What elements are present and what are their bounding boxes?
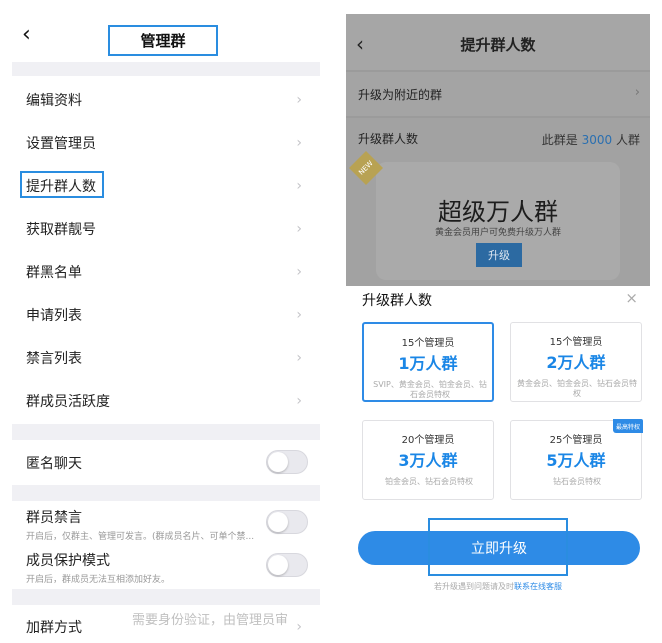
option-30k-group[interactable]: 20个管理员 3万人群 铂金会员、钻石会员特权 xyxy=(362,420,494,500)
option-size: 2万人群 xyxy=(546,353,606,372)
menu-item-label: 编辑资料 xyxy=(26,92,82,109)
help-text: 若升级遇到问题请及时联系在线客服 xyxy=(346,581,650,592)
top-privilege-badge: 最高特权 xyxy=(613,419,643,433)
option-size: 1万人群 xyxy=(398,354,458,373)
section-divider xyxy=(12,62,320,76)
section-divider xyxy=(12,589,320,605)
menu-item-requests[interactable]: 申请列表 › xyxy=(12,293,320,336)
highlight-box xyxy=(20,171,104,198)
promo-upgrade-button[interactable]: 升级 xyxy=(476,243,522,267)
menu-item-set-admin[interactable]: 设置管理员 › xyxy=(12,121,320,164)
promo-title: 超级万人群 xyxy=(438,198,558,226)
current-size-suffix: 人群 xyxy=(615,133,640,147)
option-size: 5万人群 xyxy=(546,451,606,470)
nearby-group-label: 升级为附近的群 xyxy=(358,88,443,102)
chevron-right-icon: › xyxy=(296,307,302,323)
toggle-knob xyxy=(268,512,288,532)
protect-mode-desc: 开启后，群成员无法互相添加好友。 xyxy=(26,575,171,585)
menu-item-label: 群成员活跃度 xyxy=(26,393,110,410)
option-size: 3万人群 xyxy=(398,451,458,470)
sheet-title: 升级群人数 xyxy=(362,293,432,309)
contact-support-link[interactable]: 联系在线客服 xyxy=(514,582,562,591)
page-title: 管理群 xyxy=(108,25,218,56)
anonymous-chat-row: 匿名聊天 xyxy=(12,441,320,484)
menu-item-label: 设置管理员 xyxy=(26,135,96,152)
back-chevron-icon[interactable]: ‹ xyxy=(22,24,31,46)
option-50k-group[interactable]: 25个管理员 5万人群 钻石会员特权 最高特权 xyxy=(510,419,643,500)
toggle-knob xyxy=(268,452,288,472)
menu-item-mute-list[interactable]: 禁言列表 › xyxy=(12,336,320,379)
menu-item-activity[interactable]: 群成员活跃度 › xyxy=(12,379,320,422)
join-method-value: 需要身份验证，由管理员审 xyxy=(132,613,289,628)
current-size-text: 此群是 3000 人群 xyxy=(542,131,640,148)
group-size-label: 升级群人数 xyxy=(358,132,419,146)
chevron-right-icon: › xyxy=(296,92,302,108)
option-perk: SVIP、黄金会员、铂金会员、钻石会员特权 xyxy=(373,380,487,399)
section-divider xyxy=(12,424,320,440)
chevron-right-icon: › xyxy=(296,178,302,194)
nearby-group-row[interactable]: 升级为附近的群 › xyxy=(346,72,650,116)
nav-bar: ‹ 管理群 xyxy=(0,0,330,62)
manage-group-screen: ‹ 管理群 编辑资料 › 设置管理员 › 提升群人数 › 获取群靓号 › 群黑名… xyxy=(0,0,330,643)
page-title: 提升群人数 xyxy=(460,36,536,54)
menu-item-label: 申请列表 xyxy=(26,307,82,324)
close-icon[interactable]: × xyxy=(625,289,638,307)
highlight-box xyxy=(428,518,568,576)
menu-item-label: 群黑名单 xyxy=(26,264,82,281)
promo-subtitle: 黄金会员用户可免费升级万人群 xyxy=(434,228,561,238)
section-divider xyxy=(12,485,320,501)
option-10k-group[interactable]: 15个管理员 1万人群 SVIP、黄金会员、铂金会员、钻石会员特权 xyxy=(362,322,494,402)
member-mute-desc: 开启后，仅群主、管理可发言。(群成员名片、可单个禁... xyxy=(26,532,255,542)
anonymous-chat-label: 匿名聊天 xyxy=(26,455,82,472)
member-mute-toggle[interactable] xyxy=(266,510,308,534)
menu-item-label: 禁言列表 xyxy=(26,350,82,367)
menu-item-vanity-number[interactable]: 获取群靓号 › xyxy=(12,207,320,250)
chevron-right-icon: › xyxy=(296,350,302,366)
chevron-right-icon: › xyxy=(634,85,640,100)
member-mute-label: 群员禁言 xyxy=(26,510,82,526)
option-perk: 钻石会员特权 xyxy=(553,477,601,486)
protect-mode-label: 成员保护模式 xyxy=(26,553,110,569)
protect-mode-toggle[interactable] xyxy=(266,553,308,577)
chevron-right-icon: › xyxy=(296,221,302,237)
current-size-prefix: 此群是 xyxy=(541,133,578,147)
option-20k-group[interactable]: 15个管理员 2万人群 黄金会员、铂金会员、钻石会员特权 xyxy=(510,322,642,402)
join-method-label: 加群方式 xyxy=(26,619,82,636)
anonymous-chat-toggle[interactable] xyxy=(266,450,308,474)
dimmed-background[interactable]: ‹ 提升群人数 升级为附近的群 › 升级群人数 此群是 3000 人群 NEW … xyxy=(346,14,650,286)
menu-item-blacklist[interactable]: 群黑名单 › xyxy=(12,250,320,293)
option-admin-count: 25个管理员 xyxy=(549,435,603,446)
current-size-count: 3000 xyxy=(581,133,613,147)
menu-item-edit-profile[interactable]: 编辑资料 › xyxy=(12,78,320,121)
nav-bar: ‹ 提升群人数 xyxy=(346,14,650,70)
upgrade-bottom-sheet: 升级群人数 × 15个管理员 1万人群 SVIP、黄金会员、铂金会员、钻石会员特… xyxy=(346,286,650,643)
upgrade-size-screen: ‹ 提升群人数 升级为附近的群 › 升级群人数 此群是 3000 人群 NEW … xyxy=(346,14,650,643)
option-admin-count: 15个管理员 xyxy=(549,337,603,348)
menu-item-label: 获取群靓号 xyxy=(26,221,96,238)
chevron-right-icon: › xyxy=(296,264,302,280)
chevron-right-icon: › xyxy=(296,619,302,635)
chevron-right-icon: › xyxy=(296,393,302,409)
chevron-right-icon: › xyxy=(296,135,302,151)
option-perk: 铂金会员、钻石会员特权 xyxy=(385,477,473,486)
option-perk: 黄金会员、铂金会员、钻石会员特权 xyxy=(517,379,637,398)
option-admin-count: 15个管理员 xyxy=(401,338,455,349)
option-admin-count: 20个管理员 xyxy=(401,435,455,446)
toggle-knob xyxy=(268,555,288,575)
help-text-prefix: 若升级遇到问题请及时 xyxy=(434,582,514,591)
